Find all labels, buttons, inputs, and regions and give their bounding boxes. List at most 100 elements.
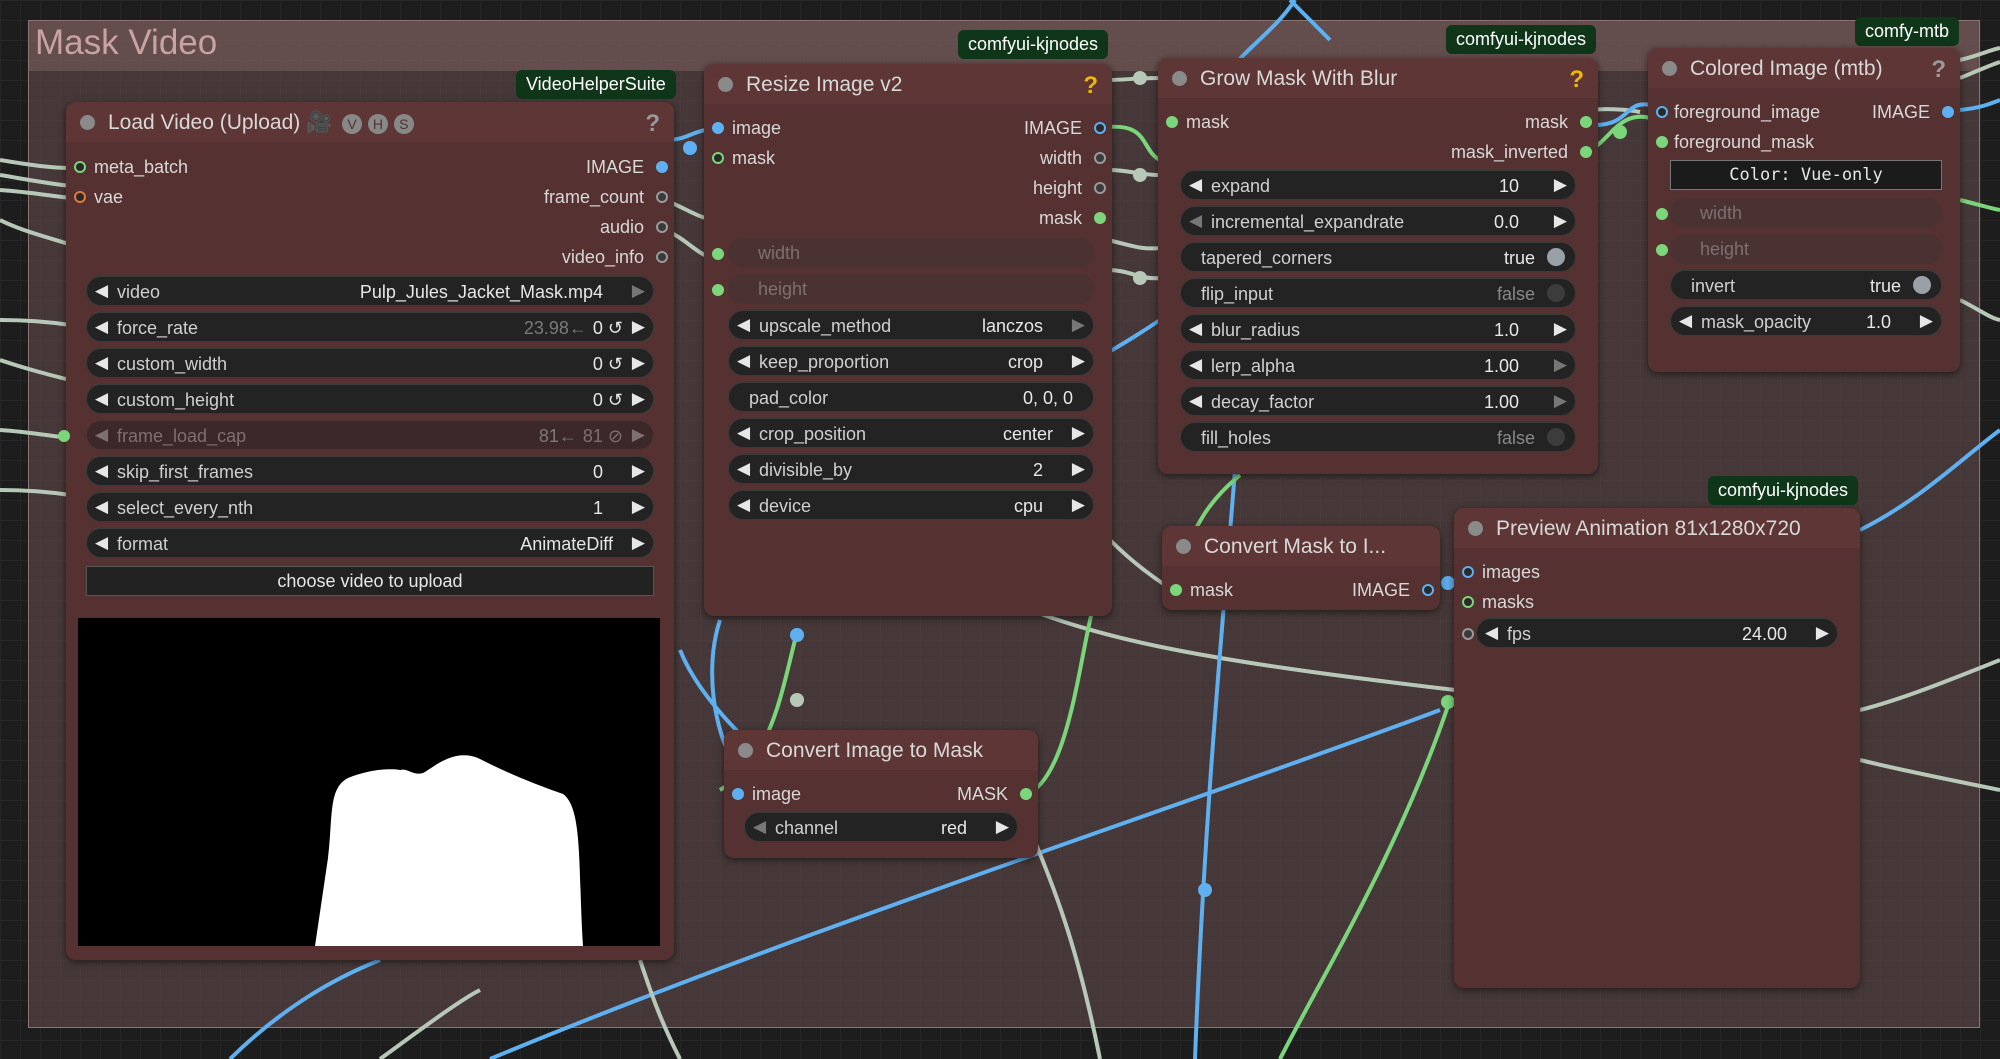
widget-fps[interactable]: ◀ fps 24.00 ▶: [1476, 618, 1838, 648]
increment-arrow-icon[interactable]: ▶: [996, 817, 1009, 837]
input-pin-mask[interactable]: [1166, 116, 1178, 128]
help-icon[interactable]: ?: [1931, 56, 1946, 84]
widget-force-rate[interactable]: ◀ force_rate 23.98← 0 ↺ ▶: [86, 312, 654, 342]
increment-arrow-icon[interactable]: ▶: [632, 353, 645, 373]
widget-invert[interactable]: invert true: [1670, 270, 1942, 300]
input-pin-width[interactable]: [712, 248, 724, 260]
collapse-dot[interactable]: [1176, 539, 1191, 554]
decrement-arrow-icon[interactable]: ◀: [1189, 175, 1202, 195]
decrement-arrow-icon[interactable]: ◀: [1679, 311, 1692, 331]
input-pin-height[interactable]: [1656, 244, 1668, 256]
node-resize-image[interactable]: Resize Image v2 ? image mask IMAGE width…: [704, 64, 1112, 616]
decrement-arrow-icon[interactable]: ◀: [95, 461, 108, 481]
slot-widget-width[interactable]: width: [1670, 198, 1942, 228]
toggle-knob[interactable]: [1547, 248, 1565, 266]
node-convert-image-to-mask[interactable]: Convert Image to Mask image MASK ◀ chann…: [724, 730, 1038, 858]
help-icon[interactable]: ?: [1083, 72, 1098, 100]
decrement-arrow-icon[interactable]: ◀: [1485, 623, 1498, 643]
increment-arrow-icon[interactable]: ▶: [1816, 623, 1829, 643]
decrement-arrow-icon[interactable]: ◀: [95, 533, 108, 553]
slot-widget-height[interactable]: height: [728, 274, 1094, 304]
node-header[interactable]: Load Video (Upload) 🎥 V H S ?: [66, 102, 674, 142]
decrement-arrow-icon[interactable]: ◀: [1189, 391, 1202, 411]
increment-arrow-icon[interactable]: ▶: [1920, 311, 1933, 331]
decrement-arrow-icon[interactable]: ◀: [95, 317, 108, 337]
node-header[interactable]: Preview Animation 81x1280x720: [1454, 508, 1860, 548]
input-pin-fps[interactable]: [1462, 628, 1474, 640]
input-pin-masks[interactable]: [1462, 596, 1474, 608]
help-icon[interactable]: ?: [645, 110, 660, 138]
decrement-arrow-icon[interactable]: ◀: [737, 495, 750, 515]
output-pin-image[interactable]: [1942, 106, 1954, 118]
node-load-video[interactable]: Load Video (Upload) 🎥 V H S ? meta_batch…: [58, 102, 674, 960]
increment-arrow-icon[interactable]: ▶: [1554, 319, 1567, 339]
widget-crop-position[interactable]: ◀ crop_position center ▶: [728, 418, 1094, 448]
toggle-knob[interactable]: [1913, 276, 1931, 294]
node-canvas[interactable]: Mask Video VideoHelperSuite comfyui-kjno…: [0, 0, 2000, 1059]
input-pin-vae[interactable]: [74, 191, 86, 203]
help-icon[interactable]: ?: [1569, 66, 1584, 94]
collapse-dot[interactable]: [1172, 71, 1187, 86]
widget-expand[interactable]: ◀ expand 10 ▶: [1180, 170, 1576, 200]
output-pin-mask[interactable]: [1020, 788, 1032, 800]
decrement-arrow-icon[interactable]: ◀: [95, 353, 108, 373]
decrement-arrow-icon[interactable]: ◀: [95, 425, 108, 445]
node-colored-image[interactable]: Colored Image (mtb) ? foreground_image f…: [1648, 48, 1960, 372]
widget-tapered-corners[interactable]: tapered_corners true: [1180, 242, 1576, 272]
widget-incremental-expandrate[interactable]: ◀ incremental_expandrate 0.0 ▶: [1180, 206, 1576, 236]
decrement-arrow-icon[interactable]: ◀: [753, 817, 766, 837]
widget-input-pin-frame-load-cap[interactable]: [58, 430, 70, 442]
decrement-arrow-icon[interactable]: ◀: [95, 389, 108, 409]
toggle-knob[interactable]: [1547, 428, 1565, 446]
output-pin-video-info[interactable]: [656, 251, 668, 263]
widget-decay-factor[interactable]: ◀ decay_factor 1.00 ▶: [1180, 386, 1576, 416]
increment-arrow-icon[interactable]: ▶: [1554, 391, 1567, 411]
widget-format[interactable]: ◀ format AnimateDiff ▶: [86, 528, 654, 558]
output-pin-mask-inverted[interactable]: [1580, 146, 1592, 158]
widget-device[interactable]: ◀ device cpu ▶: [728, 490, 1094, 520]
node-convert-mask-to-image[interactable]: Convert Mask to I... mask IMAGE: [1162, 526, 1440, 610]
widget-frame-load-cap[interactable]: ◀ frame_load_cap 81← 81 ⊘ ▶: [86, 420, 654, 450]
output-pin-width[interactable]: [1094, 152, 1106, 164]
increment-arrow-icon[interactable]: ▶: [1554, 211, 1567, 231]
input-pin-image[interactable]: [712, 122, 724, 134]
toggle-knob[interactable]: [1547, 284, 1565, 302]
widget-video[interactable]: ◀ video Pulp_Jules_Jacket_Mask.mp4 ▶: [86, 276, 654, 306]
widget-lerp-alpha[interactable]: ◀ lerp_alpha 1.00 ▶: [1180, 350, 1576, 380]
increment-arrow-icon[interactable]: ▶: [1072, 351, 1085, 371]
widget-fill-holes[interactable]: fill_holes false: [1180, 422, 1576, 452]
widget-flip-input[interactable]: flip_input false: [1180, 278, 1576, 308]
input-pin-mask[interactable]: [712, 152, 724, 164]
increment-arrow-icon[interactable]: ▶: [1072, 459, 1085, 479]
output-pin-audio[interactable]: [656, 221, 668, 233]
node-header[interactable]: Colored Image (mtb) ?: [1648, 48, 1960, 88]
widget-custom-height[interactable]: ◀ custom_height 0 ↺ ▶: [86, 384, 654, 414]
decrement-arrow-icon[interactable]: ◀: [1189, 355, 1202, 375]
output-pin-mask[interactable]: [1580, 116, 1592, 128]
increment-arrow-icon[interactable]: ▶: [1554, 175, 1567, 195]
increment-arrow-icon[interactable]: ▶: [632, 281, 645, 301]
output-pin-mask[interactable]: [1094, 212, 1106, 224]
widget-mask-opacity[interactable]: ◀ mask_opacity 1.0 ▶: [1670, 306, 1942, 336]
input-pin-images[interactable]: [1462, 566, 1474, 578]
decrement-arrow-icon[interactable]: ◀: [737, 315, 750, 335]
upload-video-button[interactable]: choose video to upload: [86, 566, 654, 596]
input-pin-width[interactable]: [1656, 208, 1668, 220]
collapse-dot[interactable]: [718, 77, 733, 92]
increment-arrow-icon[interactable]: ▶: [632, 461, 645, 481]
widget-divisible-by[interactable]: ◀ divisible_by 2 ▶: [728, 454, 1094, 484]
decrement-arrow-icon[interactable]: ◀: [1189, 211, 1202, 231]
widget-custom-width[interactable]: ◀ custom_width 0 ↺ ▶: [86, 348, 654, 378]
decrement-arrow-icon[interactable]: ◀: [95, 281, 108, 301]
widget-upscale-method[interactable]: ◀ upscale_method lanczos ▶: [728, 310, 1094, 340]
color-picker-widget[interactable]: Color: Vue-only: [1670, 160, 1942, 190]
widget-blur-radius[interactable]: ◀ blur_radius 1.0 ▶: [1180, 314, 1576, 344]
input-pin-height[interactable]: [712, 284, 724, 296]
widget-channel[interactable]: ◀ channel red ▶: [744, 812, 1018, 842]
node-header[interactable]: Grow Mask With Blur ?: [1158, 58, 1598, 98]
collapse-dot[interactable]: [738, 743, 753, 758]
decrement-arrow-icon[interactable]: ◀: [95, 497, 108, 517]
input-pin-foreground-mask[interactable]: [1656, 136, 1668, 148]
decrement-arrow-icon[interactable]: ◀: [737, 459, 750, 479]
increment-arrow-icon[interactable]: ▶: [632, 317, 645, 337]
